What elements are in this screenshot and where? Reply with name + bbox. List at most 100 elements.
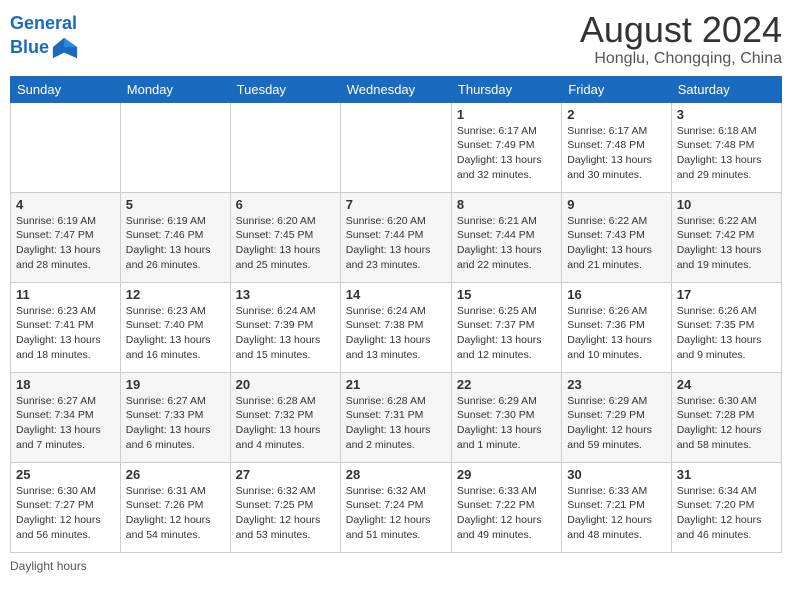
weekday-header-thursday: Thursday <box>451 76 561 102</box>
day-info: Sunrise: 6:18 AMSunset: 7:48 PMDaylight:… <box>677 124 776 183</box>
day-number: 29 <box>457 467 556 482</box>
calendar-cell: 29 Sunrise: 6:33 AMSunset: 7:22 PMDayligh… <box>451 462 561 552</box>
weekday-header-friday: Friday <box>562 76 671 102</box>
day-info: Sunrise: 6:27 AMSunset: 7:34 PMDaylight:… <box>16 394 115 453</box>
day-number: 13 <box>236 287 335 302</box>
header: General Blue August 2024 Honglu, Chongqi… <box>10 10 782 68</box>
day-number: 8 <box>457 197 556 212</box>
calendar-cell: 27Sunrise: 6:32 AMSunset: 7:25 PMDayligh… <box>230 462 340 552</box>
day-info: Sunrise: 6:17 AMSunset: 7:49 PMDaylight:… <box>457 124 556 183</box>
day-info: Sunrise: 6:21 AMSunset: 7:44 PMDaylight:… <box>457 214 556 273</box>
day-number: 1 <box>457 107 556 122</box>
day-number: 12 <box>126 287 225 302</box>
calendar-cell: 13Sunrise: 6:24 AMSunset: 7:39 PMDayligh… <box>230 282 340 372</box>
calendar-week-2: 4 Sunrise: 6:19 AMSunset: 7:47 PMDaylight… <box>11 192 782 282</box>
calendar-cell: 22 Sunrise: 6:29 AMSunset: 7:30 PMDayligh… <box>451 372 561 462</box>
day-number: 25 <box>16 467 115 482</box>
daylight-hours-label: Daylight hours <box>10 559 87 573</box>
calendar-cell <box>120 102 230 192</box>
day-number: 18 <box>16 377 115 392</box>
calendar-cell: 21 Sunrise: 6:28 AMSunset: 7:31 PMDayligh… <box>340 372 451 462</box>
calendar-cell: 2 Sunrise: 6:17 AMSunset: 7:48 PMDaylight… <box>562 102 671 192</box>
weekday-header-sunday: Sunday <box>11 76 121 102</box>
day-number: 26 <box>126 467 225 482</box>
day-number: 22 <box>457 377 556 392</box>
day-number: 3 <box>677 107 776 122</box>
calendar-cell: 16Sunrise: 6:26 AMSunset: 7:36 PMDayligh… <box>562 282 671 372</box>
day-number: 7 <box>346 197 446 212</box>
day-info: Sunrise: 6:29 AMSunset: 7:30 PMDaylight:… <box>457 394 556 453</box>
calendar-cell: 12 Sunrise: 6:23 AMSunset: 7:40 PMDayligh… <box>120 282 230 372</box>
calendar-cell: 19 Sunrise: 6:27 AMSunset: 7:33 PMDayligh… <box>120 372 230 462</box>
main-title: August 2024 <box>580 10 782 50</box>
day-info: Sunrise: 6:30 AMSunset: 7:27 PMDaylight:… <box>16 484 115 543</box>
calendar-cell: 15 Sunrise: 6:25 AMSunset: 7:37 PMDayligh… <box>451 282 561 372</box>
day-info: Sunrise: 6:17 AMSunset: 7:48 PMDaylight:… <box>567 124 665 183</box>
day-number: 4 <box>16 197 115 212</box>
day-number: 10 <box>677 197 776 212</box>
day-info: Sunrise: 6:25 AMSunset: 7:37 PMDaylight:… <box>457 304 556 363</box>
day-number: 28 <box>346 467 446 482</box>
day-info: Sunrise: 6:26 AMSunset: 7:35 PMDaylight:… <box>677 304 776 363</box>
weekday-header-wednesday: Wednesday <box>340 76 451 102</box>
logo: General Blue <box>10 14 79 62</box>
calendar-cell: 18 Sunrise: 6:27 AMSunset: 7:34 PMDayligh… <box>11 372 121 462</box>
day-info: Sunrise: 6:31 AMSunset: 7:26 PMDaylight:… <box>126 484 225 543</box>
calendar-cell: 23Sunrise: 6:29 AMSunset: 7:29 PMDayligh… <box>562 372 671 462</box>
calendar-cell: 14 Sunrise: 6:24 AMSunset: 7:38 PMDayligh… <box>340 282 451 372</box>
day-number: 23 <box>567 377 665 392</box>
day-number: 17 <box>677 287 776 302</box>
logo-icon <box>51 34 79 62</box>
day-info: Sunrise: 6:22 AMSunset: 7:42 PMDaylight:… <box>677 214 776 273</box>
day-number: 31 <box>677 467 776 482</box>
day-info: Sunrise: 6:20 AMSunset: 7:45 PMDaylight:… <box>236 214 335 273</box>
day-info: Sunrise: 6:28 AMSunset: 7:31 PMDaylight:… <box>346 394 446 453</box>
logo-blue: Blue <box>10 38 49 58</box>
day-number: 16 <box>567 287 665 302</box>
weekday-header-saturday: Saturday <box>671 76 781 102</box>
day-info: Sunrise: 6:22 AMSunset: 7:43 PMDaylight:… <box>567 214 665 273</box>
day-info: Sunrise: 6:28 AMSunset: 7:32 PMDaylight:… <box>236 394 335 453</box>
day-info: Sunrise: 6:23 AMSunset: 7:40 PMDaylight:… <box>126 304 225 363</box>
calendar-cell: 17 Sunrise: 6:26 AMSunset: 7:35 PMDayligh… <box>671 282 781 372</box>
day-number: 21 <box>346 377 446 392</box>
day-info: Sunrise: 6:33 AMSunset: 7:21 PMDaylight:… <box>567 484 665 543</box>
calendar-cell: 7 Sunrise: 6:20 AMSunset: 7:44 PMDaylight… <box>340 192 451 282</box>
calendar-week-4: 18 Sunrise: 6:27 AMSunset: 7:34 PMDayligh… <box>11 372 782 462</box>
footer: Daylight hours <box>10 559 782 573</box>
day-number: 15 <box>457 287 556 302</box>
day-info: Sunrise: 6:34 AMSunset: 7:20 PMDaylight:… <box>677 484 776 543</box>
calendar-cell <box>340 102 451 192</box>
logo-text: General <box>10 14 79 34</box>
day-info: Sunrise: 6:20 AMSunset: 7:44 PMDaylight:… <box>346 214 446 273</box>
day-info: Sunrise: 6:23 AMSunset: 7:41 PMDaylight:… <box>16 304 115 363</box>
day-number: 2 <box>567 107 665 122</box>
calendar-cell: 10 Sunrise: 6:22 AMSunset: 7:42 PMDayligh… <box>671 192 781 282</box>
day-info: Sunrise: 6:19 AMSunset: 7:47 PMDaylight:… <box>16 214 115 273</box>
calendar-cell: 30 Sunrise: 6:33 AMSunset: 7:21 PMDayligh… <box>562 462 671 552</box>
day-number: 9 <box>567 197 665 212</box>
day-info: Sunrise: 6:27 AMSunset: 7:33 PMDaylight:… <box>126 394 225 453</box>
calendar-cell: 9 Sunrise: 6:22 AMSunset: 7:43 PMDaylight… <box>562 192 671 282</box>
calendar-cell: 31 Sunrise: 6:34 AMSunset: 7:20 PMDayligh… <box>671 462 781 552</box>
calendar-cell: 6Sunrise: 6:20 AMSunset: 7:45 PMDaylight… <box>230 192 340 282</box>
calendar-cell: 24Sunrise: 6:30 AMSunset: 7:28 PMDayligh… <box>671 372 781 462</box>
calendar-cell: 11 Sunrise: 6:23 AMSunset: 7:41 PMDayligh… <box>11 282 121 372</box>
calendar-week-1: 1 Sunrise: 6:17 AMSunset: 7:49 PMDaylight… <box>11 102 782 192</box>
calendar-cell: 5Sunrise: 6:19 AMSunset: 7:46 PMDaylight… <box>120 192 230 282</box>
day-number: 19 <box>126 377 225 392</box>
calendar-cell: 8 Sunrise: 6:21 AMSunset: 7:44 PMDaylight… <box>451 192 561 282</box>
subtitle: Honglu, Chongqing, China <box>580 50 782 68</box>
day-info: Sunrise: 6:24 AMSunset: 7:38 PMDaylight:… <box>346 304 446 363</box>
day-number: 14 <box>346 287 446 302</box>
calendar-cell: 20Sunrise: 6:28 AMSunset: 7:32 PMDayligh… <box>230 372 340 462</box>
weekday-header-monday: Monday <box>120 76 230 102</box>
day-info: Sunrise: 6:19 AMSunset: 7:46 PMDaylight:… <box>126 214 225 273</box>
calendar-header-row: SundayMondayTuesdayWednesdayThursdayFrid… <box>11 76 782 102</box>
calendar-cell: 1 Sunrise: 6:17 AMSunset: 7:49 PMDaylight… <box>451 102 561 192</box>
day-info: Sunrise: 6:32 AMSunset: 7:25 PMDaylight:… <box>236 484 335 543</box>
day-number: 30 <box>567 467 665 482</box>
day-number: 24 <box>677 377 776 392</box>
day-number: 11 <box>16 287 115 302</box>
day-info: Sunrise: 6:33 AMSunset: 7:22 PMDaylight:… <box>457 484 556 543</box>
